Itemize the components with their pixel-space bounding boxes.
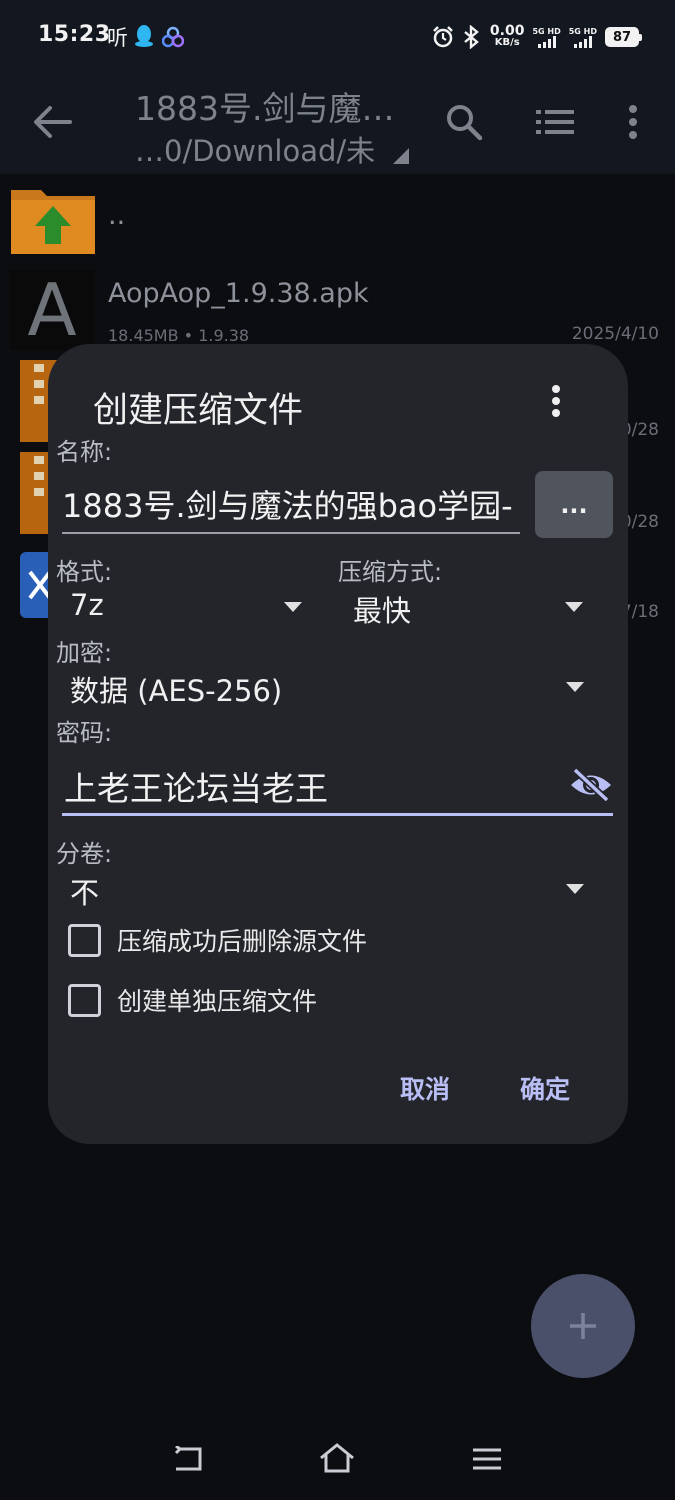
navigation-bar xyxy=(0,1410,675,1500)
app-notification-icon xyxy=(162,26,184,48)
file-meta: 18.45MB • 1.9.38 xyxy=(108,326,250,345)
folder-path[interactable]: …0/Download/未 xyxy=(135,128,375,170)
separate-archive-checkbox[interactable]: 创建单独压缩文件 xyxy=(68,980,317,1020)
status-time: 15:23 xyxy=(38,22,111,47)
split-volume-select[interactable]: 不 xyxy=(70,870,594,914)
password-value: 上老王论坛当老王 xyxy=(64,769,328,808)
ok-button[interactable]: 确定 xyxy=(520,1070,570,1106)
cancel-button[interactable]: 取消 xyxy=(400,1070,450,1106)
format-value: 7z xyxy=(70,588,104,622)
list-view-icon[interactable] xyxy=(536,106,574,138)
battery-level: 87 xyxy=(612,29,632,45)
method-label: 压缩方式: xyxy=(338,558,443,586)
chevron-down-icon xyxy=(565,602,583,612)
nav-menu-icon[interactable] xyxy=(472,1448,502,1470)
format-label: 格式: xyxy=(56,558,113,586)
method-value: 最快 xyxy=(353,594,412,628)
browse-button[interactable]: ... xyxy=(535,471,613,538)
bluetooth-icon xyxy=(464,25,479,49)
status-listen-indicator: 听 xyxy=(107,26,128,50)
name-label: 名称: xyxy=(56,438,113,466)
compression-method-select[interactable]: 最快 xyxy=(353,588,593,632)
visibility-off-icon[interactable] xyxy=(569,766,613,804)
separate-archive-label: 创建单独压缩文件 xyxy=(117,987,318,1016)
signal-sim1-icon: 5G HD xyxy=(532,27,561,48)
folder-title: 1883号.剑与魔… xyxy=(135,89,395,128)
file-name: AopAop_1.9.38.apk xyxy=(108,278,369,309)
checkbox-box[interactable] xyxy=(68,983,101,1017)
encrypt-label: 加密: xyxy=(56,639,113,667)
chevron-down-icon xyxy=(566,884,584,894)
chevron-down-icon xyxy=(566,682,584,692)
more-vert-icon[interactable] xyxy=(620,102,646,142)
back-arrow-icon[interactable] xyxy=(30,102,74,142)
path-dropdown-icon[interactable] xyxy=(393,148,409,164)
chevron-down-icon xyxy=(284,602,302,612)
file-date: 2025/4/10 xyxy=(571,324,659,344)
folder-up-icon xyxy=(11,190,95,254)
add-fab-button[interactable] xyxy=(531,1274,635,1378)
screen: 15:23 听 0.00 KB/s 5G HD 5G HD 87 1883号.剑… xyxy=(0,0,675,1500)
alarm-icon xyxy=(433,26,453,48)
file-name: .. xyxy=(108,200,126,231)
nav-back-icon[interactable] xyxy=(172,1446,204,1472)
archive-name-field[interactable]: 1883号.剑与魔法的强bao学园- xyxy=(62,478,520,534)
split-label: 分卷: xyxy=(56,840,113,868)
search-icon[interactable] xyxy=(444,102,484,142)
qq-icon xyxy=(135,25,153,47)
plus-icon xyxy=(570,1313,596,1339)
format-select[interactable]: 7z xyxy=(70,588,310,632)
status-bar: 15:23 听 0.00 KB/s 5G HD 5G HD 87 xyxy=(0,0,675,72)
encryption-select[interactable]: 数据 (AES-256) xyxy=(70,668,594,712)
split-value: 不 xyxy=(70,876,100,910)
password-field[interactable]: 上老王论坛当老王 xyxy=(62,758,613,816)
dialog-title: 创建压缩文件 xyxy=(93,391,304,431)
network-speed: 0.00 KB/s xyxy=(489,23,525,48)
apk-icon: A xyxy=(10,268,94,352)
encrypt-value: 数据 (AES-256) xyxy=(70,674,283,708)
checkbox-box[interactable] xyxy=(68,923,101,957)
app-bar: 1883号.剑与魔… …0/Download/未 xyxy=(0,72,675,174)
signal-sim2-icon: 5G HD xyxy=(569,27,597,48)
list-item[interactable]: .. xyxy=(0,182,675,272)
delete-source-label: 压缩成功后删除源文件 xyxy=(117,927,368,956)
nav-home-icon[interactable] xyxy=(318,1442,356,1474)
status-right-cluster: 0.00 KB/s 5G HD 5G HD 87 xyxy=(432,22,642,52)
delete-source-checkbox[interactable]: 压缩成功后删除源文件 xyxy=(68,920,367,960)
create-archive-dialog: 创建压缩文件 名称: 1883号.剑与魔法的强bao学园- ... 格式: 压缩… xyxy=(48,344,628,1144)
more-vert-icon[interactable] xyxy=(546,384,566,418)
password-label: 密码: xyxy=(56,719,113,747)
battery-icon: 87 xyxy=(605,27,642,47)
